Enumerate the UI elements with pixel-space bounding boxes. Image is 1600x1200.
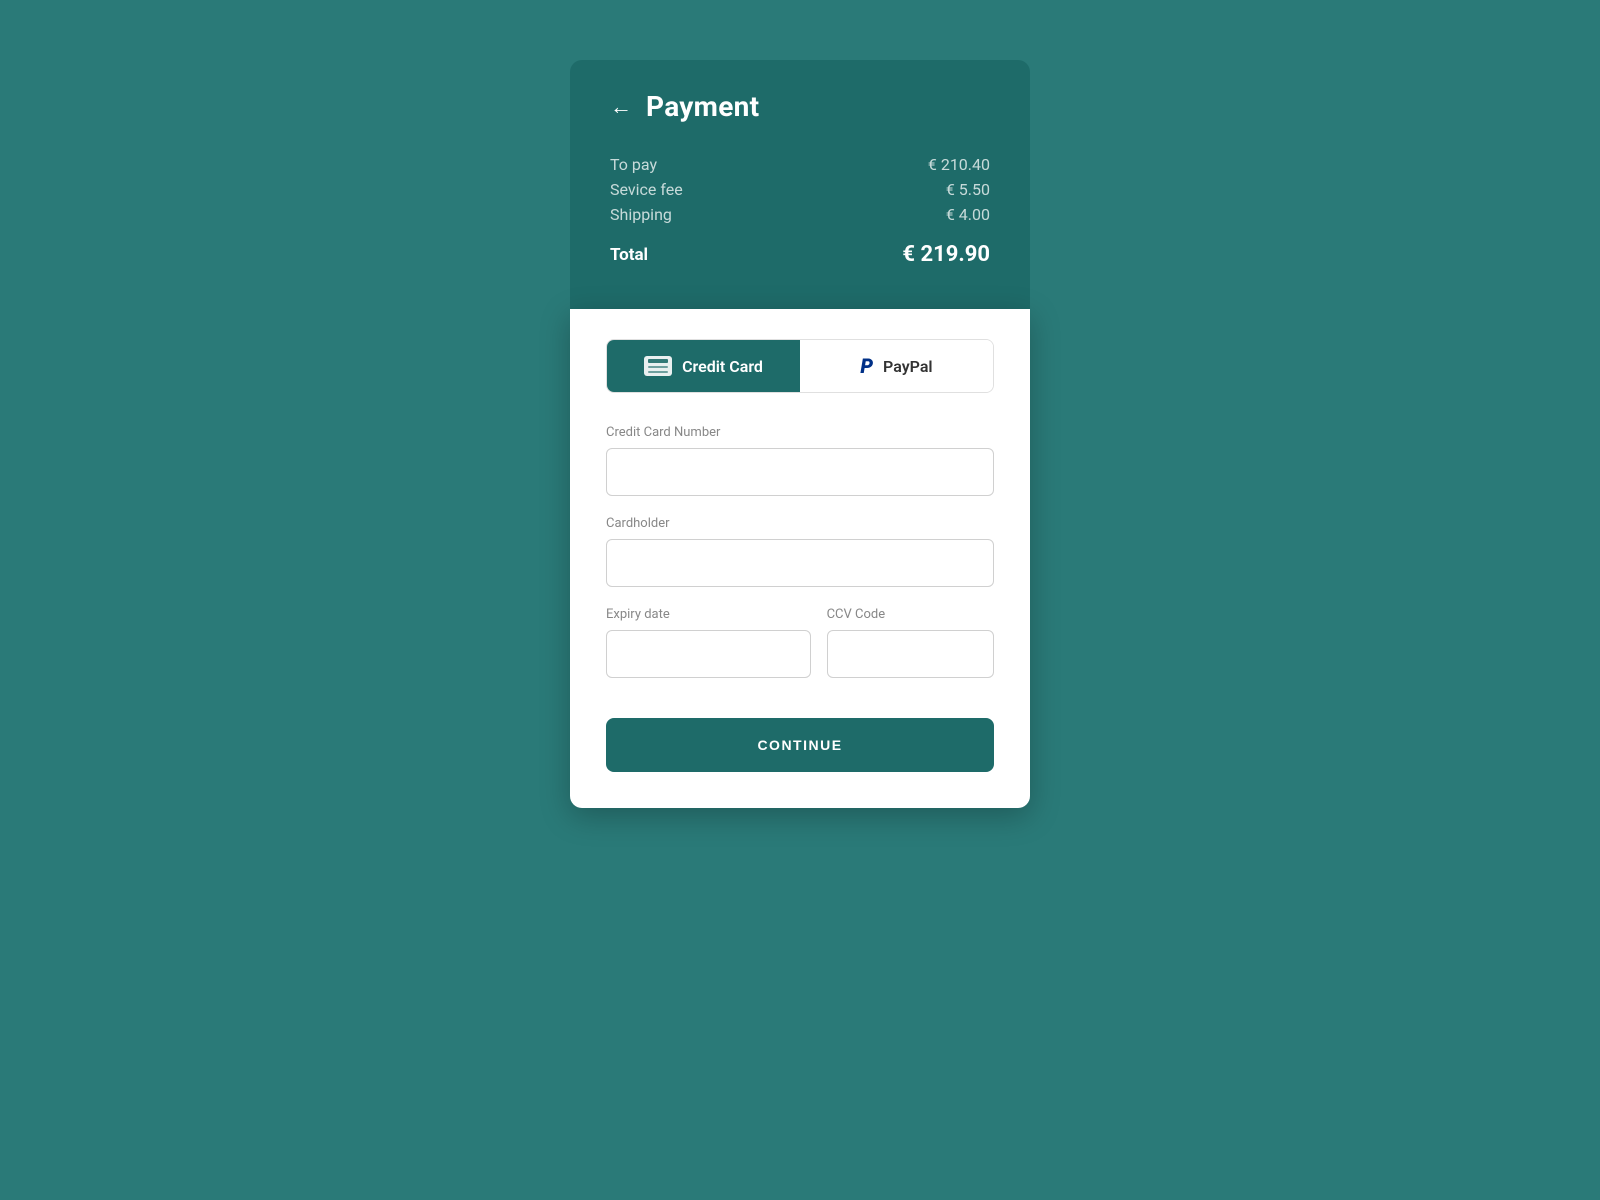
shipping-value: € 4.00 — [946, 205, 990, 224]
tab-credit-card[interactable]: Credit Card — [607, 340, 800, 392]
total-label: Total — [610, 245, 648, 265]
payment-container: ← Payment To pay € 210.40 Sevice fee € 5… — [570, 60, 1030, 808]
header-section: ← Payment To pay € 210.40 Sevice fee € 5… — [570, 60, 1030, 309]
card-stripe-2 — [648, 366, 668, 368]
form-section: Credit Card P PayPal Credit Card Number … — [570, 309, 1030, 808]
back-button[interactable]: ← — [610, 94, 632, 120]
card-number-input[interactable] — [606, 448, 994, 496]
price-table: To pay € 210.40 Sevice fee € 5.50 Shippi… — [610, 155, 990, 267]
continue-button[interactable]: CONTINUE — [606, 718, 994, 772]
card-number-label: Credit Card Number — [606, 425, 994, 440]
price-row-total: Total € 219.90 — [610, 242, 990, 267]
service-label: Sevice fee — [610, 180, 683, 199]
price-row-topay: To pay € 210.40 — [610, 155, 990, 174]
ccv-group: CCV Code — [827, 607, 994, 678]
total-value: € 219.90 — [902, 242, 990, 267]
card-stripe-1 — [648, 359, 668, 363]
back-navigation: ← Payment — [610, 90, 990, 123]
shipping-label: Shipping — [610, 205, 672, 224]
credit-card-icon — [644, 356, 672, 376]
service-value: € 5.50 — [946, 180, 990, 199]
tab-paypal-label: PayPal — [883, 357, 933, 376]
cardholder-label: Cardholder — [606, 516, 994, 531]
price-row-shipping: Shipping € 4.00 — [610, 205, 990, 224]
expiry-group: Expiry date — [606, 607, 811, 678]
topay-value: € 210.40 — [928, 155, 990, 174]
expiry-ccv-row: Expiry date CCV Code — [606, 607, 994, 698]
expiry-input[interactable] — [606, 630, 811, 678]
cardholder-input[interactable] — [606, 539, 994, 587]
page-title: Payment — [646, 90, 759, 123]
tab-credit-card-label: Credit Card — [682, 357, 763, 376]
cardholder-group: Cardholder — [606, 516, 994, 587]
card-number-group: Credit Card Number — [606, 425, 994, 496]
topay-label: To pay — [610, 155, 657, 174]
expiry-label: Expiry date — [606, 607, 811, 622]
price-row-service: Sevice fee € 5.50 — [610, 180, 990, 199]
tab-paypal[interactable]: P PayPal — [800, 340, 993, 392]
card-stripe-3 — [648, 371, 668, 373]
payment-tabs: Credit Card P PayPal — [606, 339, 994, 393]
ccv-input[interactable] — [827, 630, 994, 678]
paypal-icon: P — [860, 354, 873, 378]
ccv-label: CCV Code — [827, 607, 994, 622]
